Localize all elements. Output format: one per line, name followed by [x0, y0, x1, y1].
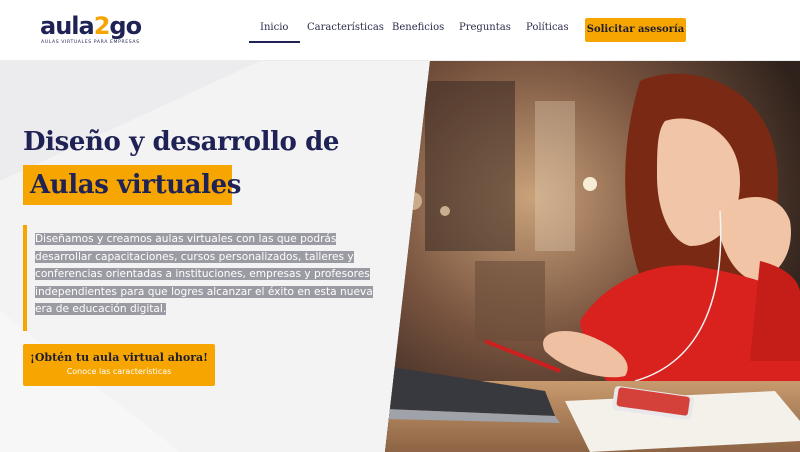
cta-main-label: ¡Obtén tu aula virtual ahora! — [30, 351, 208, 364]
hero-title: Diseño y desarrollo de — [23, 127, 340, 157]
site-header: aula2go AULAS VIRTUALES PARA EMPRESAS In… — [0, 0, 800, 61]
hero-title-highlight-box: Aulas virtuales — [23, 165, 241, 205]
cta-main-sublabel: Conoce las características — [66, 367, 172, 376]
nav-link-caracteristicas[interactable]: Características — [307, 22, 384, 33]
nav-link-inicio[interactable]: Inicio — [248, 22, 302, 43]
nav-link-beneficios[interactable]: Beneficios — [392, 22, 444, 33]
hero-photo-woman-laptop — [385, 61, 800, 452]
hero-title-highlight: Aulas virtuales — [30, 170, 241, 200]
hero-description: Diseñamos y creamos aulas virtuales con … — [35, 231, 380, 319]
aula2go-logo[interactable]: aula2go AULAS VIRTUALES PARA EMPRESAS — [40, 12, 142, 48]
nav-link-preguntas[interactable]: Preguntas — [459, 22, 511, 33]
solicitar-asesoria-button[interactable]: Solicitar asesoría — [585, 18, 686, 42]
hero-description-text: Diseñamos y creamos aulas virtuales con … — [35, 233, 373, 315]
description-accent-bar — [23, 225, 27, 331]
hero-section: Diseño y desarrollo de Aulas virtuales D… — [0, 61, 800, 452]
logo-tagline: AULAS VIRTUALES PARA EMPRESAS — [41, 40, 140, 45]
obten-aula-virtual-button[interactable]: ¡Obtén tu aula virtual ahora! Conoce las… — [23, 344, 215, 386]
nav-link-politicas[interactable]: Políticas — [526, 22, 569, 33]
logo-wordmark: aula2go — [40, 12, 142, 40]
